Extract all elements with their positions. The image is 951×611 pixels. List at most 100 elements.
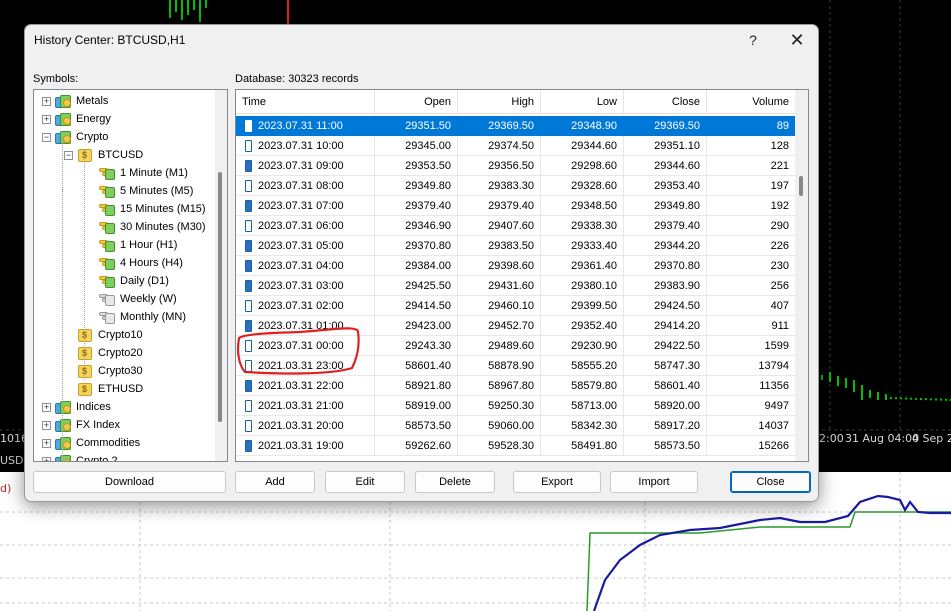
collapse-icon[interactable]: −	[42, 132, 51, 142]
help-button[interactable]: ?	[738, 29, 768, 51]
cell-high: 59060.00	[458, 416, 541, 436]
expand-icon[interactable]: +	[42, 456, 51, 461]
cell-low-text: 58555.20	[571, 360, 617, 372]
tree-item-label: Commodities	[76, 437, 141, 449]
title-bar[interactable]: History Center: BTCUSD,H1 ? ✕	[25, 25, 818, 55]
table-row[interactable]: 2023.07.31 06:00 29346.90 29407.60 29338.30…	[236, 216, 796, 236]
tree-scroll-thumb[interactable]	[218, 172, 222, 422]
table-row[interactable]: 2023.07.31 11:00 29351.50 29369.50 29348.90…	[236, 116, 796, 136]
table-row[interactable]: 2023.07.31 02:00 29414.50 29460.10 29399.50…	[236, 296, 796, 316]
table-row[interactable]: 2023.07.31 00:00 29243.30 29489.60 29230.90…	[236, 336, 796, 356]
tree-item[interactable]: + Crypto 2	[42, 452, 118, 461]
symbol-tree[interactable]: + Metals + Energy − Crypto − $ BTCUSD 1 Minute (M…	[33, 89, 228, 462]
cell-volume: 11356	[707, 376, 796, 396]
tree-item-label: Metals	[76, 95, 109, 107]
candle-icon	[245, 320, 252, 332]
table-row[interactable]: 2021.03.31 21:00 58919.00 59250.30 58713.00…	[236, 396, 796, 416]
cell-close: 29353.40	[624, 176, 707, 196]
tree-item[interactable]: 15 Minutes (M15)	[99, 200, 206, 218]
cell-volume: 256	[707, 276, 796, 296]
tree-item[interactable]: 1 Hour (H1)	[99, 236, 177, 254]
close-icon[interactable]: ✕	[782, 29, 812, 51]
table-row[interactable]: 2021.03.31 22:00 58921.80 58967.80 58579.80…	[236, 376, 796, 396]
cell-high: 29460.10	[458, 296, 541, 316]
collapse-icon[interactable]: −	[64, 150, 73, 160]
tree-item[interactable]: − Crypto	[42, 128, 108, 146]
expand-icon[interactable]: +	[42, 438, 51, 448]
cell-volume-text: 290	[770, 220, 789, 232]
table-row[interactable]: 2023.07.31 09:00 29353.50 29356.50 29298.60…	[236, 156, 796, 176]
cell-high-text: 29489.60	[488, 340, 534, 352]
import-button[interactable]: Import	[610, 471, 698, 493]
table-row[interactable]: 2021.03.31 23:00 58601.40 58878.90 58555.20…	[236, 356, 796, 376]
export-button[interactable]: Export	[513, 471, 601, 493]
tree-item[interactable]: + Metals	[42, 92, 108, 110]
tree-item[interactable]: Weekly (W)	[99, 290, 177, 308]
tree-item[interactable]: 1 Minute (M1)	[99, 164, 188, 182]
tree-item[interactable]: $ Crypto20	[77, 344, 143, 362]
tree-item[interactable]: 30 Minutes (M30)	[99, 218, 206, 236]
table-row[interactable]: 2023.07.31 07:00 29379.40 29379.40 29348.50…	[236, 196, 796, 216]
table-row[interactable]: 2023.07.31 10:00 29345.00 29374.50 29344.60…	[236, 136, 796, 156]
tree-item[interactable]: $ ETHUSD	[77, 380, 143, 398]
edit-button[interactable]: Edit	[325, 471, 405, 493]
tree-item[interactable]: Daily (D1)	[99, 272, 169, 290]
column-header-open[interactable]: Open	[375, 90, 458, 114]
cell-close: 29424.50	[624, 296, 707, 316]
candle-icon	[245, 420, 252, 432]
tree-item-label: 1 Minute (M1)	[120, 167, 188, 179]
close-button[interactable]: Close	[730, 471, 811, 493]
delete-button[interactable]: Delete	[415, 471, 495, 493]
table-row[interactable]: 2023.07.31 03:00 29425.50 29431.60 29380.10…	[236, 276, 796, 296]
table-row[interactable]: 2023.07.31 04:00 29384.00 29398.60 29361.40…	[236, 256, 796, 276]
records-table[interactable]: Time Open High Low Close Volume 2023.07.…	[235, 89, 809, 462]
tree-item[interactable]: 5 Minutes (M5)	[99, 182, 193, 200]
expand-icon[interactable]: +	[42, 114, 51, 124]
candle-icon	[245, 400, 252, 412]
cell-open-text: 29353.50	[405, 160, 451, 172]
cell-time-text: 2023.07.31 01:00	[258, 320, 344, 332]
table-row[interactable]: 2023.07.31 01:00 29423.00 29452.70 29352.40…	[236, 316, 796, 336]
candle-icon	[245, 380, 252, 392]
column-header-time[interactable]: Time	[236, 90, 375, 114]
column-header-low[interactable]: Low	[541, 90, 624, 114]
tree-item[interactable]: + Energy	[42, 110, 111, 128]
candle-icon	[245, 200, 252, 212]
table-row[interactable]: 2023.07.31 08:00 29349.80 29383.30 29328.60…	[236, 176, 796, 196]
table-row[interactable]: 2023.07.31 05:00 29370.80 29383.50 29333.40…	[236, 236, 796, 256]
cell-open-text: 59262.60	[405, 440, 451, 452]
tree-item[interactable]: 4 Hours (H4)	[99, 254, 183, 272]
column-header-volume[interactable]: Volume	[707, 90, 796, 114]
cell-open: 29346.90	[375, 216, 458, 236]
add-button[interactable]: Add	[235, 471, 315, 493]
tree-item[interactable]: Monthly (MN)	[99, 308, 186, 326]
tree-item[interactable]: + Indices	[42, 398, 111, 416]
table-row[interactable]: 2021.03.31 19:00 59262.60 59528.30 58491.80…	[236, 436, 796, 456]
folder-icon	[55, 94, 72, 109]
timeframe-icon	[99, 202, 116, 217]
table-scroll-thumb[interactable]	[799, 176, 803, 196]
cell-time-text: 2021.03.31 20:00	[258, 420, 344, 432]
column-header-close[interactable]: Close	[624, 90, 707, 114]
tree-item[interactable]: + Commodities	[42, 434, 140, 452]
expand-icon[interactable]: +	[42, 96, 51, 106]
cell-high-text: 29374.50	[488, 140, 534, 152]
tree-item[interactable]: $ Crypto30	[77, 362, 143, 380]
cell-high-text: 59060.00	[488, 420, 534, 432]
tree-scrollbar[interactable]	[215, 90, 227, 461]
column-header-high[interactable]: High	[458, 90, 541, 114]
table-scrollbar[interactable]	[795, 90, 808, 461]
cell-low: 29338.30	[541, 216, 624, 236]
tree-item[interactable]: $ Crypto10	[77, 326, 143, 344]
tree-item[interactable]: + FX Index	[42, 416, 120, 434]
cell-open-text: 29349.80	[405, 180, 451, 192]
cell-high-text: 58878.90	[488, 360, 534, 372]
tree-item[interactable]: − $ BTCUSD	[64, 146, 143, 164]
expand-icon[interactable]: +	[42, 402, 51, 412]
cell-open-text: 29345.00	[405, 140, 451, 152]
download-button[interactable]: Download	[33, 471, 226, 493]
expand-icon[interactable]: +	[42, 420, 51, 430]
cell-volume-text: 89	[776, 120, 789, 132]
cell-volume-text: 256	[770, 280, 789, 292]
table-row[interactable]: 2021.03.31 20:00 58573.50 59060.00 58342.30…	[236, 416, 796, 436]
